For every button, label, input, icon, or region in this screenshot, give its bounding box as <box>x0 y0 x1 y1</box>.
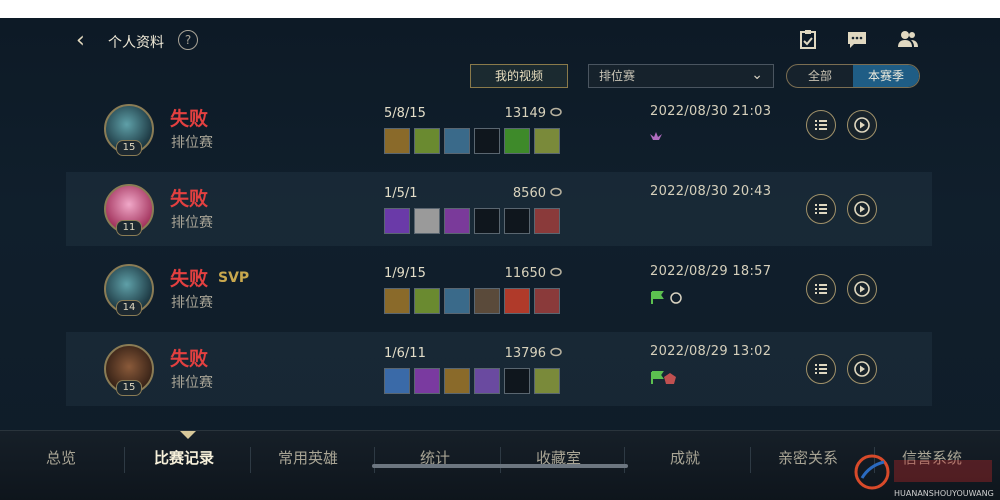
gold: 13149 <box>504 106 546 121</box>
details-list-icon[interactable] <box>806 110 836 140</box>
back-button[interactable]: ‹ <box>76 30 85 52</box>
match-mode: 排位赛 <box>171 295 213 311</box>
tab-relationships[interactable]: 亲密关系 <box>778 447 838 468</box>
item-slot <box>444 368 470 394</box>
chevron-down-icon: ⌄ <box>751 67 763 83</box>
item-slot <box>534 208 560 234</box>
tag-icons <box>650 132 662 140</box>
details-list-icon[interactable] <box>806 274 836 304</box>
tab-match-history[interactable]: 比赛记录 <box>154 447 214 468</box>
match-row[interactable]: 14 失败 SVP 排位赛 1/9/15 11650 2022/08/29 18… <box>66 252 932 326</box>
hero-level: 15 <box>116 140 142 156</box>
gold-coin-icon <box>550 107 562 117</box>
mode-select[interactable]: 排位赛 ⌄ <box>588 64 774 88</box>
friends-icon[interactable] <box>897 28 919 50</box>
gold-coin-icon <box>550 347 562 357</box>
item-slot <box>384 368 410 394</box>
watermark-logo: HUANANSHOUYOUWANG <box>854 454 994 498</box>
item-slot <box>414 128 440 154</box>
app-window: ‹ 个人资料 ? 我的视频 排位赛 ⌄ 全部 本赛季 15 失败 排位赛 5/8… <box>0 18 1000 500</box>
hero-level: 11 <box>116 220 142 236</box>
match-mode: 排位赛 <box>171 135 213 151</box>
mode-select-value: 排位赛 <box>599 69 636 83</box>
kda: 1/9/15 <box>384 266 426 281</box>
tab-achievements[interactable]: 成就 <box>670 447 700 468</box>
item-slot-empty <box>504 208 530 234</box>
item-slot <box>534 288 560 314</box>
gold: 8560 <box>512 186 546 201</box>
help-icon[interactable]: ? <box>178 30 198 50</box>
match-time: 2022/08/30 21:03 <box>650 104 772 119</box>
replay-play-icon[interactable] <box>847 194 877 224</box>
season-toggle[interactable]: 全部 本赛季 <box>786 64 920 88</box>
tab-divider <box>374 447 375 473</box>
tab-overview[interactable]: 总览 <box>46 447 76 468</box>
item-slot <box>504 128 530 154</box>
match-result: 失败 <box>170 348 209 370</box>
match-time: 2022/08/30 20:43 <box>650 184 772 199</box>
match-result: 失败 <box>170 108 209 130</box>
details-list-icon[interactable] <box>806 194 836 224</box>
details-list-icon[interactable] <box>806 354 836 384</box>
item-slot <box>384 128 410 154</box>
match-result: 失败 <box>170 188 209 210</box>
item-slot <box>414 288 440 314</box>
gold: 11650 <box>504 266 546 281</box>
svp-badge: SVP <box>218 270 250 286</box>
hero-level: 14 <box>116 300 142 316</box>
kda: 1/6/11 <box>384 346 426 361</box>
match-row[interactable]: 15 失败 排位赛 5/8/15 13149 2022/08/30 21:03 <box>66 100 932 174</box>
item-slot <box>444 128 470 154</box>
my-videos-button[interactable]: 我的视频 <box>470 64 568 88</box>
item-slot <box>414 208 440 234</box>
item-slot <box>474 368 500 394</box>
chat-icon[interactable] <box>846 28 868 50</box>
segment-this-season[interactable]: 本赛季 <box>853 65 919 87</box>
item-slot <box>444 288 470 314</box>
tab-divider <box>250 447 251 473</box>
match-mode: 排位赛 <box>171 215 213 231</box>
tab-divider <box>624 447 625 473</box>
tab-divider <box>124 447 125 473</box>
item-slot <box>444 208 470 234</box>
checklist-icon[interactable] <box>797 28 819 50</box>
item-slot <box>384 208 410 234</box>
segment-all[interactable]: 全部 <box>787 65 853 87</box>
gold-coin-icon <box>550 267 562 277</box>
kda: 1/5/1 <box>384 186 418 201</box>
item-slot-empty <box>474 208 500 234</box>
item-slot <box>414 368 440 394</box>
item-slot <box>504 288 530 314</box>
home-indicator <box>372 464 628 468</box>
item-slot <box>384 288 410 314</box>
item-slot <box>534 128 560 154</box>
replay-play-icon[interactable] <box>847 354 877 384</box>
item-slot-empty <box>474 128 500 154</box>
active-tab-indicator <box>180 431 196 439</box>
watermark-text: HUANANSHOUYOUWANG <box>894 489 994 498</box>
match-time: 2022/08/29 18:57 <box>650 264 772 279</box>
match-row[interactable]: 15 失败 排位赛 1/6/11 13796 2022/08/29 13:02 <box>66 332 932 406</box>
item-slot <box>534 368 560 394</box>
tab-common-heroes[interactable]: 常用英雄 <box>278 447 338 468</box>
page-title: 个人资料 <box>108 35 164 51</box>
item-slot-empty <box>504 368 530 394</box>
tab-divider <box>500 447 501 473</box>
tag-icons <box>651 371 676 384</box>
match-time: 2022/08/29 13:02 <box>650 344 772 359</box>
match-result: 失败 <box>170 268 209 290</box>
kda: 5/8/15 <box>384 106 426 121</box>
tag-icons <box>651 291 682 304</box>
gold-coin-icon <box>550 187 562 197</box>
match-mode: 排位赛 <box>171 375 213 391</box>
item-slot <box>474 288 500 314</box>
tab-divider <box>750 447 751 473</box>
gold: 13796 <box>504 346 546 361</box>
replay-play-icon[interactable] <box>847 274 877 304</box>
replay-play-icon[interactable] <box>847 110 877 140</box>
hero-level: 15 <box>116 380 142 396</box>
match-row[interactable]: 11 失败 排位赛 1/5/1 8560 2022/08/30 20:43 <box>66 172 932 246</box>
